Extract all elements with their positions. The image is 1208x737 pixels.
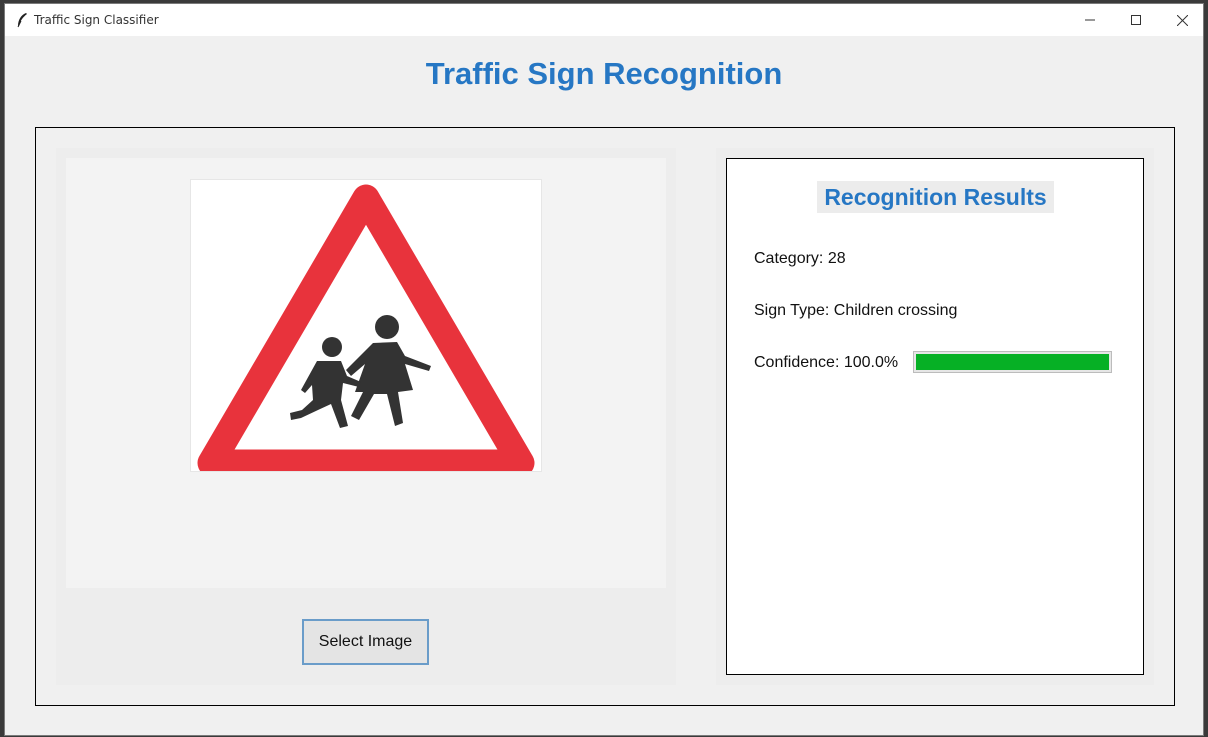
children-crossing-sign-icon (197, 184, 535, 477)
main-frame: Select Image Recognition Results Categor… (35, 127, 1175, 706)
close-button[interactable] (1159, 4, 1205, 36)
confidence-label: Confidence: 100.0% (754, 354, 899, 371)
traffic-sign-image (190, 179, 542, 477)
confidence-progress-bar (913, 351, 1112, 373)
category-label: Category: 28 (754, 250, 846, 267)
results-box: Recognition Results Category: 28 Sign Ty… (726, 158, 1144, 675)
sign-type-label: Sign Type: Children crossing (754, 302, 958, 319)
results-panel: Recognition Results Category: 28 Sign Ty… (716, 148, 1154, 685)
page-title: Traffic Sign Recognition (425, 56, 783, 91)
maximize-button[interactable] (1113, 4, 1159, 36)
close-icon (1176, 14, 1188, 26)
results-title: Recognition Results (817, 181, 1054, 213)
image-display-area (66, 158, 666, 588)
image-panel: Select Image (56, 148, 676, 685)
minimize-icon (1085, 19, 1095, 21)
minimize-button[interactable] (1067, 4, 1113, 36)
window-title: Traffic Sign Classifier (34, 13, 159, 27)
select-image-button[interactable]: Select Image (302, 619, 429, 665)
feather-icon (17, 13, 27, 28)
title-bar[interactable]: Traffic Sign Classifier (5, 4, 1203, 36)
app-window: Traffic Sign Classifier Traffic Sign Rec… (4, 3, 1204, 736)
confidence-progress-fill (916, 354, 1109, 370)
maximize-icon (1131, 15, 1141, 25)
